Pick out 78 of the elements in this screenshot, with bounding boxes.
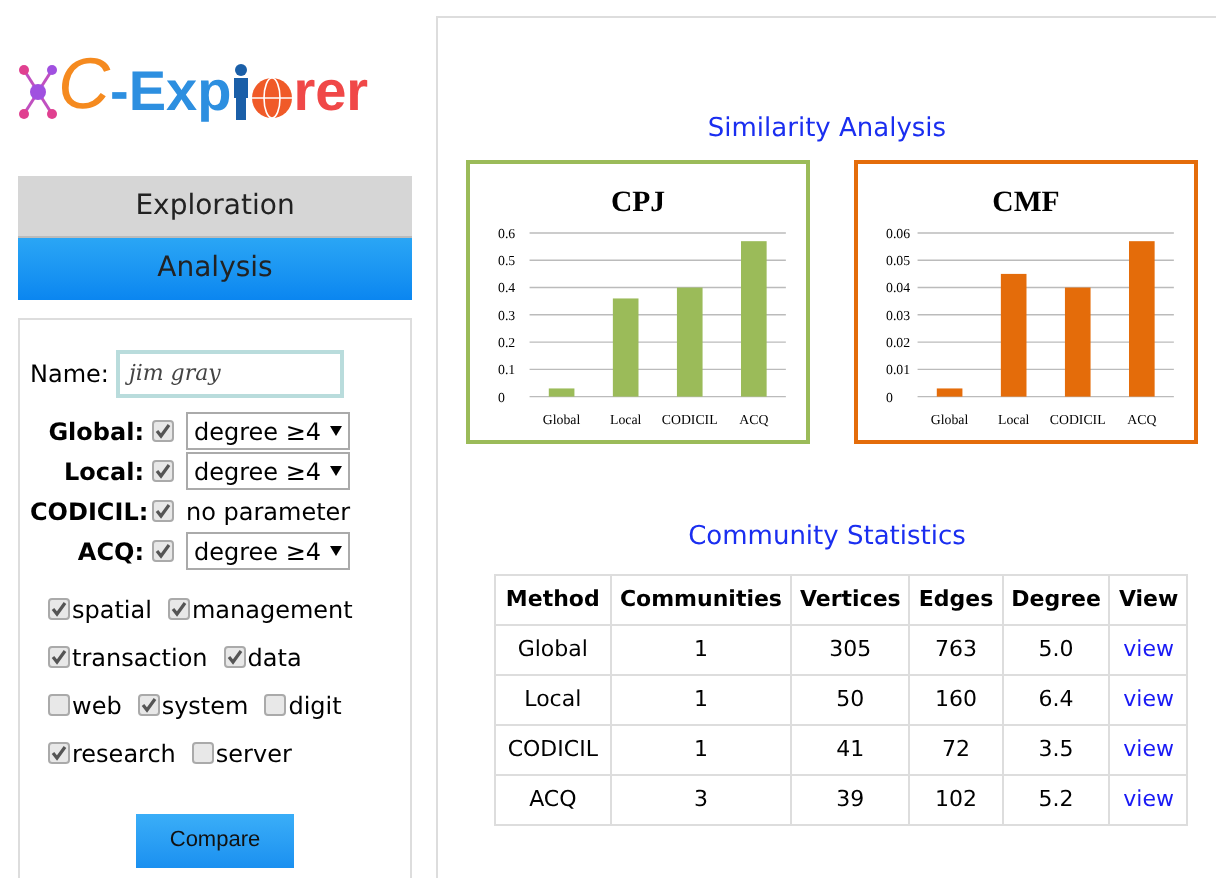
table-cell: Global [494,625,611,675]
degree-select[interactable]: degree ≥4 [186,412,350,450]
keyword-label: transaction [72,641,208,675]
checkbox[interactable] [152,460,174,482]
checkbox[interactable] [48,742,70,764]
method-label: Local: [61,455,144,489]
column-header: Edges [909,575,1003,625]
field-label: Name: [30,358,109,392]
bar [547,387,574,396]
table-cell: Local [494,675,611,725]
checkbox[interactable] [152,540,174,562]
checkbox[interactable] [167,598,190,620]
column-header: Degree [1002,575,1110,625]
compare-button[interactable]: Compare [136,814,294,868]
keyword-label: management [191,593,353,627]
checkbox[interactable] [48,598,70,620]
name-field[interactable]: jim gray [116,350,345,398]
method-label: ACQ: [75,535,144,569]
table-cell: 3 [610,775,791,825]
method-label: CODICIL: [30,495,144,529]
table-cell: 305 [790,625,910,675]
bar [1063,286,1090,396]
checkbox[interactable] [152,500,174,522]
nav-tab[interactable]: Exploration [18,176,412,238]
column-header: Method [494,575,611,625]
table-cell: 1 [610,725,791,775]
table-cell: CODICIL [494,725,611,775]
checkbox[interactable] [223,646,246,668]
keyword-label: research [72,737,176,771]
table-cell: 763 [909,625,1003,675]
table-cell: 160 [909,675,1003,725]
table-cell: 5.2 [1002,775,1110,825]
logo: C-Exp rer [18,0,412,120]
bar [611,297,638,396]
bar [999,272,1026,396]
bar [675,286,702,396]
table-cell: 102 [909,775,1003,825]
table-cell: 1 [610,675,791,725]
chart-title: CMF [991,186,1059,219]
network-icon [18,64,58,120]
globe-icon [249,76,294,120]
section-title: Community Statistics [688,519,966,555]
nav-tab[interactable]: Analysis [18,238,412,300]
table-cell: 6.4 [1002,675,1110,725]
table-cell: 1 [610,625,791,675]
keyword-label: data [247,641,302,675]
table-cell: 50 [790,675,910,725]
checkbox[interactable] [137,694,160,716]
checkbox[interactable] [152,420,174,442]
degree-select[interactable]: degree ≥4 [186,452,350,490]
caret-icon [330,426,342,436]
checkbox[interactable] [48,694,70,716]
method-label: Global: [46,415,144,449]
table-cell: 39 [790,775,910,825]
keyword-label: web [72,689,122,723]
section-title: Similarity Analysis [707,112,947,148]
keyword-label: server [215,737,292,771]
keyword-label: system [161,689,249,723]
method-note: no parameter [186,495,351,529]
checkbox[interactable] [48,646,70,668]
keyword-label: digit [288,689,342,723]
keyword-label: spatial [72,593,152,627]
caret-icon [330,466,342,476]
table-cell: 5.0 [1002,625,1110,675]
checkbox[interactable] [264,694,287,716]
table-cell: 72 [909,725,1003,775]
caret-icon [330,546,342,556]
bar [935,387,962,396]
degree-select[interactable]: degree ≥4 [186,532,350,570]
column-header: Vertices [790,575,910,625]
person-icon [231,64,250,120]
table-cell: ACQ [494,775,611,825]
table-cell: 41 [790,725,910,775]
checkbox[interactable] [191,742,214,764]
column-header: Communities [610,575,791,625]
table-cell: 3.5 [1002,725,1110,775]
column-header: View [1109,575,1188,625]
chart-title: CPJ [609,186,665,219]
